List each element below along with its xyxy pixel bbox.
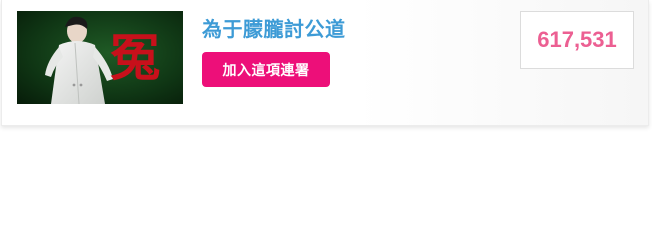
petition-thumbnail[interactable]: 冤 <box>17 11 183 104</box>
thumbnail-glyph: 冤 <box>110 28 160 87</box>
petition-card: 冤 為于朦朧討公道 加入這項連署 617,531 <box>1 0 649 126</box>
signature-count-box: 617,531 <box>520 11 634 69</box>
signature-count: 617,531 <box>537 27 617 52</box>
petition-title[interactable]: 為于朦朧討公道 <box>202 13 346 42</box>
join-petition-button[interactable]: 加入這項連署 <box>202 52 330 87</box>
petition-photo-image: 冤 <box>17 11 183 104</box>
